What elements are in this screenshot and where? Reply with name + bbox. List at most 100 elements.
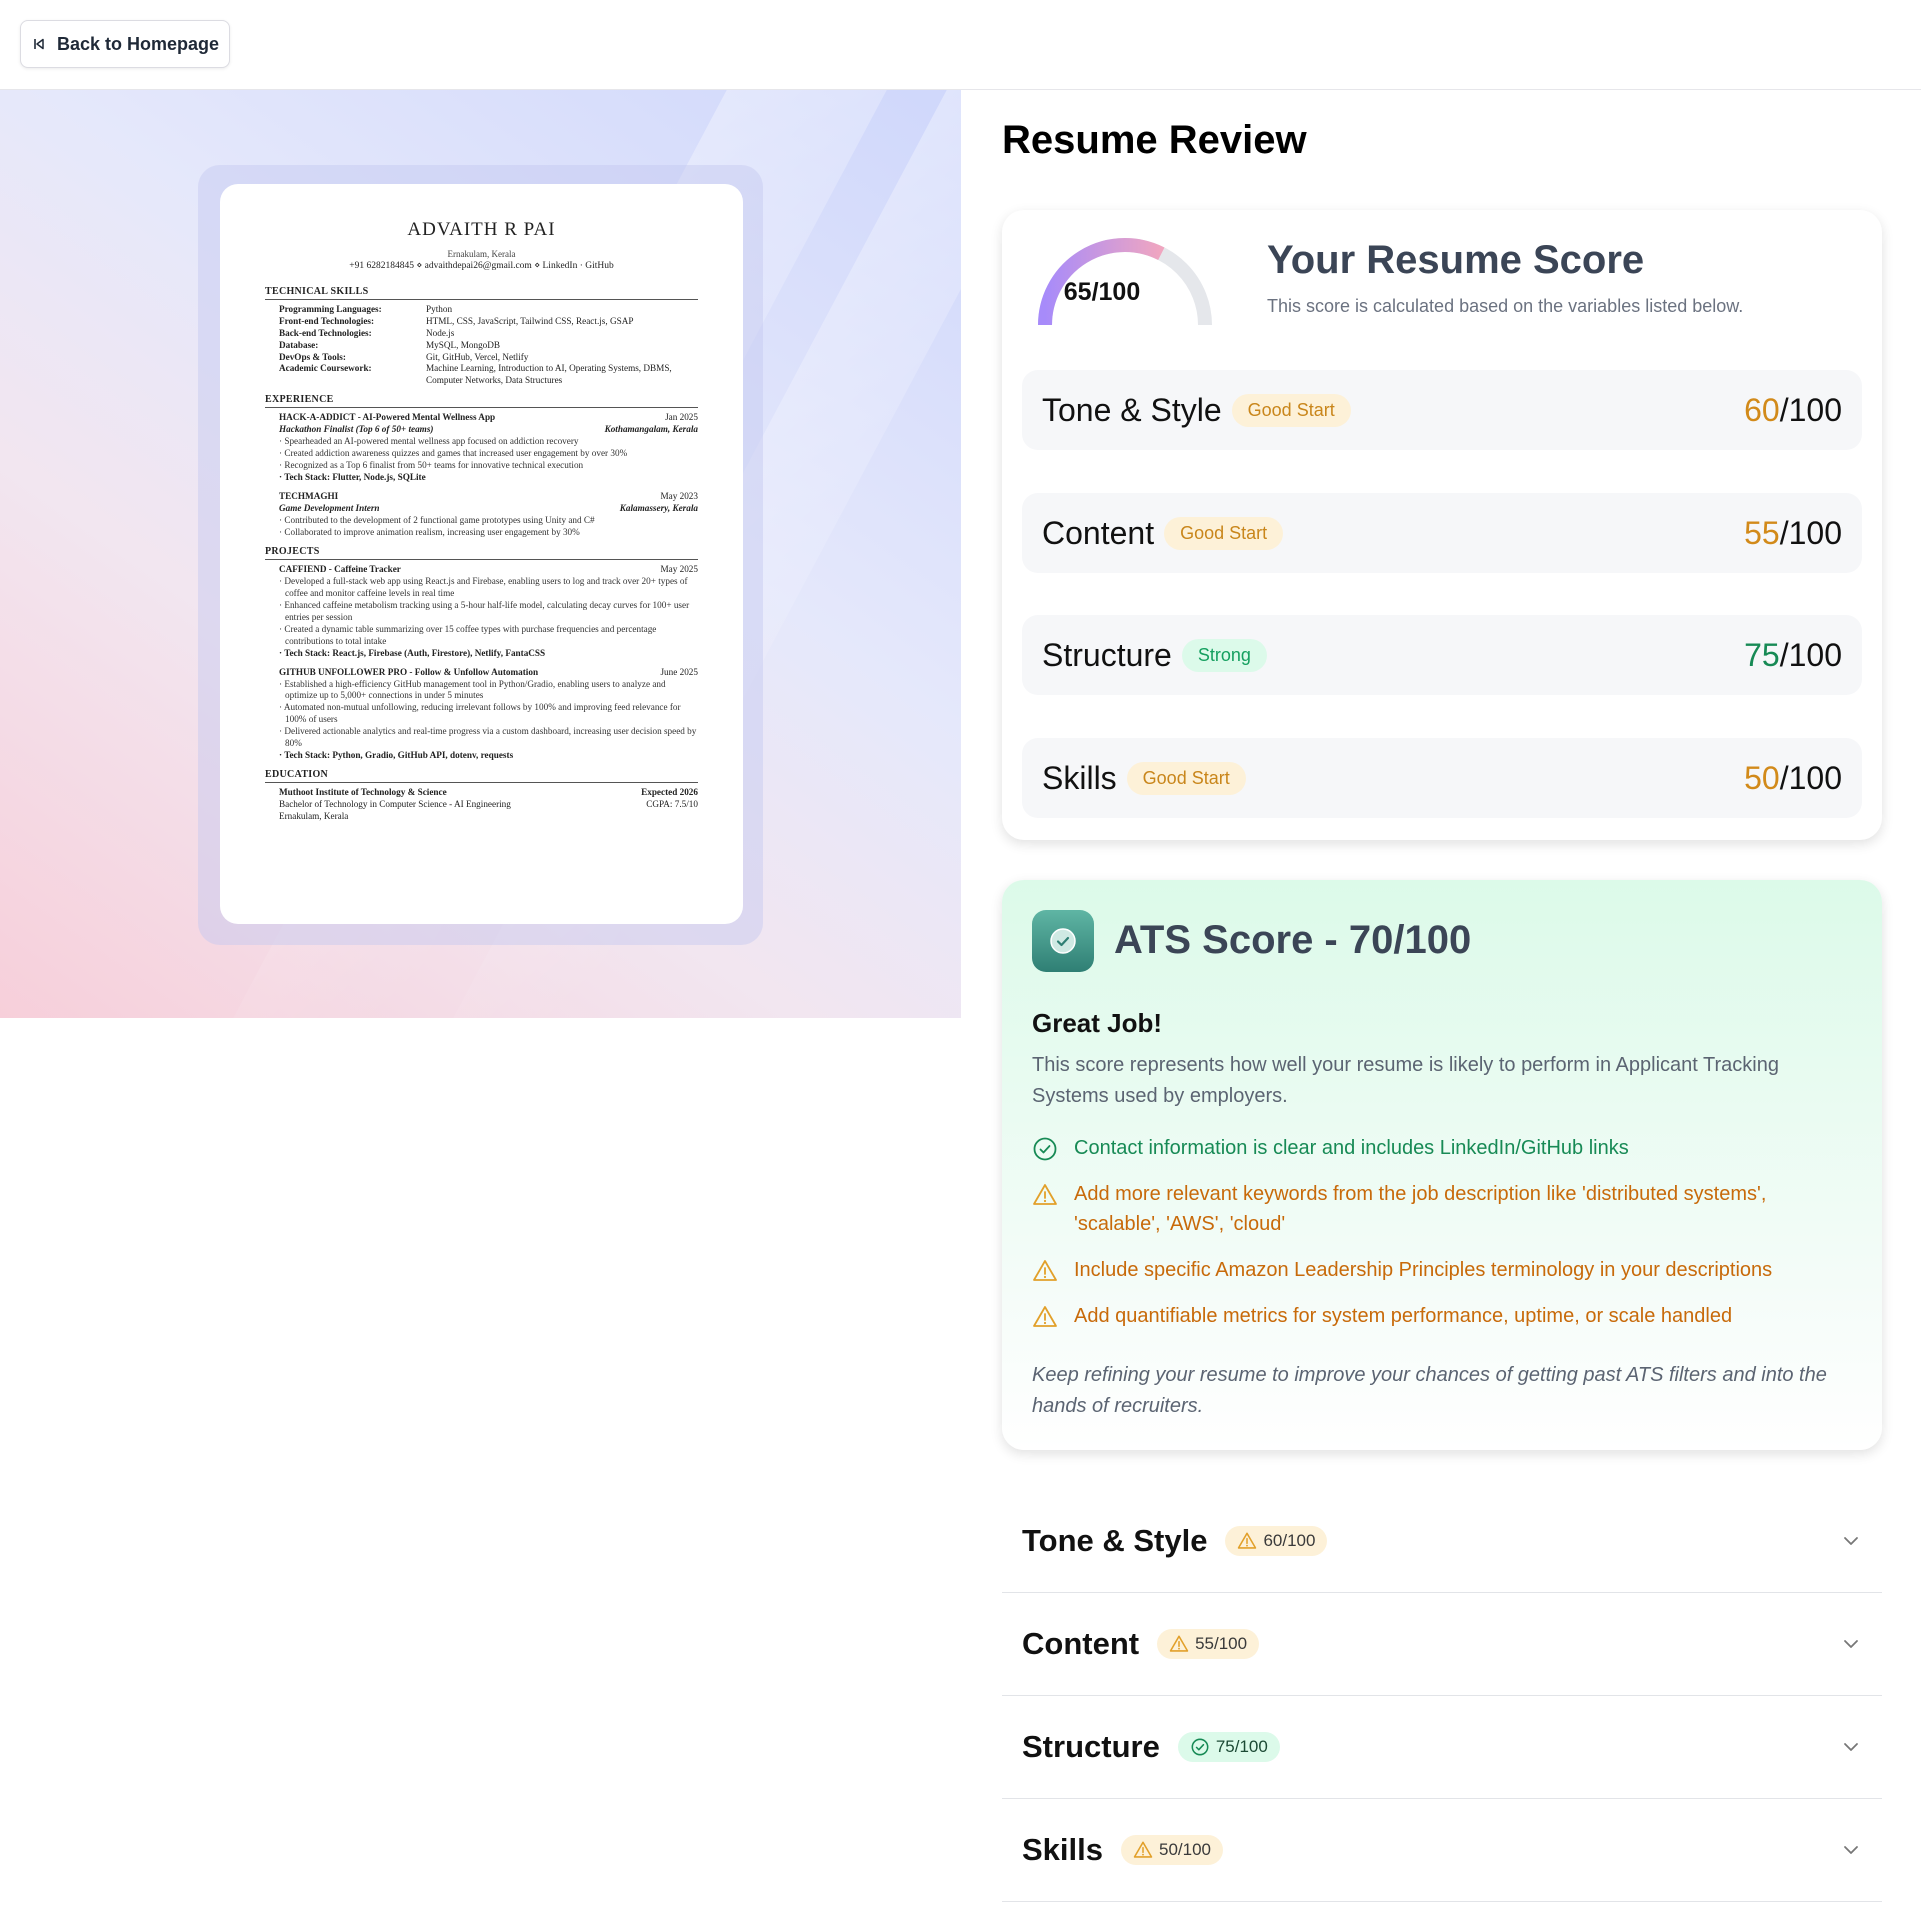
back-button-label: Back to Homepage [57,33,220,54]
category-badge: Good Start [1126,761,1246,795]
skill-key: Back-end Technologies: [279,327,372,338]
category-badge: Good Start [1231,393,1351,427]
accordion-title: Skills [1022,1832,1103,1867]
page-title: Resume Review [1002,118,1307,162]
edu-degree: Bachelor of Technology in Computer Scien… [279,799,511,810]
accordion-tone-style[interactable]: Tone & Style 60/100 [1002,1490,1882,1593]
category-badge: Good Start [1164,516,1284,550]
ats-tip: Add more relevant keywords from the job … [1032,1179,1852,1239]
category-name: Skills [1042,759,1117,796]
ats-score-card: ATS Score - 70/100 Great Job! This score… [1002,880,1882,1450]
accordion-score: 60/100 [1263,1531,1316,1550]
resume-bullet: · Tech Stack: Flutter, Node.js, SQLite [279,472,426,483]
back-to-homepage-button[interactable]: Back to Homepage [20,20,231,68]
chevron-down-icon[interactable] [1840,1633,1862,1655]
check-circle-icon [1191,1738,1209,1756]
accordion-title: Tone & Style [1022,1523,1208,1558]
exp-title: TECHMAGHI [279,491,339,502]
category-row-skills: Skills Good Start 50/100 [1022,738,1862,818]
edu-school: Muthoot Institute of Technology & Scienc… [279,787,447,798]
ats-footer-note: Keep refining your resume to improve you… [1032,1364,1827,1417]
ats-tip-text: Add more relevant keywords from the job … [1074,1183,1767,1235]
ats-tip: Include specific Amazon Leadership Princ… [1032,1255,1852,1285]
category-score: 50/100 [1744,760,1842,797]
resume-bullet: · Tech Stack: React.js, Firebase (Auth, … [279,647,546,658]
resume-skill: Front-end Technologies: HTML, CSS, JavaSc… [265,316,698,328]
edu-cgpa: CGPA: 7.5/10 [646,799,698,810]
warning-triangle-icon [1169,1635,1189,1652]
resume-skill: Database: MySQL, MongoDB [265,340,698,352]
ats-tips-list: Contact information is clear and include… [1032,1133,1852,1347]
resume-name: ADVAITH R PAI [407,219,556,240]
skill-key: Database: [279,339,319,350]
exp-title: HACK-A-ADDICT - AI-Powered Mental Wellne… [279,412,496,423]
ats-tip-text: Add quantifiable metrics for system perf… [1074,1305,1733,1327]
skill-value: Python [426,303,453,314]
category-score: 55/100 [1744,515,1842,552]
edu-place: Ernakulam, Kerala [279,811,349,822]
score-total: /100 [1779,391,1842,428]
accordion-skills[interactable]: Skills 50/100 [1002,1799,1882,1902]
resume-bullet: · Contributed to the development of 2 fu… [279,515,595,526]
resume-score-card: 65/100 Your Resume Score This score is c… [1002,210,1882,840]
skill-value: Git, GitHub, Vercel, Netlify [426,351,529,362]
resume-bullet: · Developed a full-stack web app using R… [279,575,688,598]
warning-triangle-icon [1133,1841,1153,1858]
resume-bullet: · Enhanced caffeine metabolism tracking … [279,599,690,622]
accordion-score: 75/100 [1215,1737,1268,1756]
resume-skill: Programming Languages: Python [265,304,698,316]
ats-description: This score represents how well your resu… [1032,1054,1779,1107]
resume-bullet: · Tech Stack: Python, Gradio, GitHub API… [279,750,514,761]
resume-section-heading: PROJECTS [265,545,698,560]
exp-role: Hackathon Finalist (Top 6 of 50+ teams) [279,424,434,435]
resume-contact: +91 6282184845 ⋄ advaithdepai26@gmail.co… [349,261,614,272]
project-date: May 2025 [660,563,698,574]
score-total: /100 [1779,759,1842,796]
resume-bullet: · Spearheaded an AI-powered mental welln… [279,436,579,447]
score-number: 60 [1744,391,1780,428]
check-badge-icon [1032,910,1094,972]
chevron-down-icon[interactable] [1840,1839,1862,1861]
resume-bullet: · Established a high-efficiency GitHub m… [279,678,666,701]
resume-preview-panel: ADVAITH R PAI Ernakulam, Kerala +91 6282… [0,90,961,1018]
exp-role: Game Development Intern [279,503,380,514]
ats-tip: Contact information is clear and include… [1032,1133,1852,1163]
skip-back-icon [34,38,44,50]
accordion-score-badge: 75/100 [1177,1732,1280,1762]
ats-tip-text: Contact information is clear and include… [1074,1137,1629,1159]
category-score: 60/100 [1744,392,1842,429]
skill-value: Node.js [426,327,455,338]
resume-bullet: · Automated non-mutual unfollowing, redu… [279,702,681,725]
resume-section-heading: TECHNICAL SKILLS [265,285,698,300]
resume-bullet: · Created a dynamic table summarizing ov… [279,623,657,646]
warning-triangle-icon [1033,1184,1057,1205]
edu-date: Expected 2026 [641,787,698,798]
project-title: CAFFIEND - Caffeine Tracker [279,563,401,574]
category-name: Tone & Style [1042,391,1222,428]
exp-date: May 2023 [660,491,698,502]
accordion-score: 50/100 [1159,1840,1211,1859]
resume-section-heading: EDUCATION [265,768,698,784]
accordion-score-badge: 55/100 [1157,1629,1260,1659]
accordion-structure[interactable]: Structure 75/100 [1002,1696,1882,1799]
resume-image[interactable]: ADVAITH R PAI Ernakulam, Kerala +91 6282… [220,184,743,924]
exp-place: Kothamangalam, Kerala [604,424,698,435]
score-title: Your Resume Score [1267,238,1645,282]
category-row-structure: Structure Strong 75/100 [1022,615,1862,695]
category-score: 75/100 [1744,637,1842,674]
accordion-score-badge: 60/100 [1225,1526,1328,1556]
resume-bullet: · Recognized as a Top 6 finalist from 50… [279,460,584,471]
ats-tip-text: Include specific Amazon Leadership Princ… [1074,1259,1773,1281]
chevron-down-icon[interactable] [1840,1530,1862,1552]
chevron-down-icon[interactable] [1840,1736,1862,1758]
ats-title: ATS Score - 70/100 [1114,918,1472,962]
resume-section-heading: EXPERIENCE [265,393,698,409]
accordion-title: Content [1022,1626,1140,1661]
resume-skill: Back-end Technologies: Node.js [265,328,698,340]
score-description: This score is calculated based on the va… [1267,296,1744,316]
project-date: June 2025 [660,666,698,677]
accordion-score-badge: 50/100 [1121,1835,1223,1865]
accordion-content[interactable]: Content 55/100 [1002,1593,1882,1696]
score-number: 50 [1744,759,1780,796]
category-badge: Strong [1181,638,1267,672]
